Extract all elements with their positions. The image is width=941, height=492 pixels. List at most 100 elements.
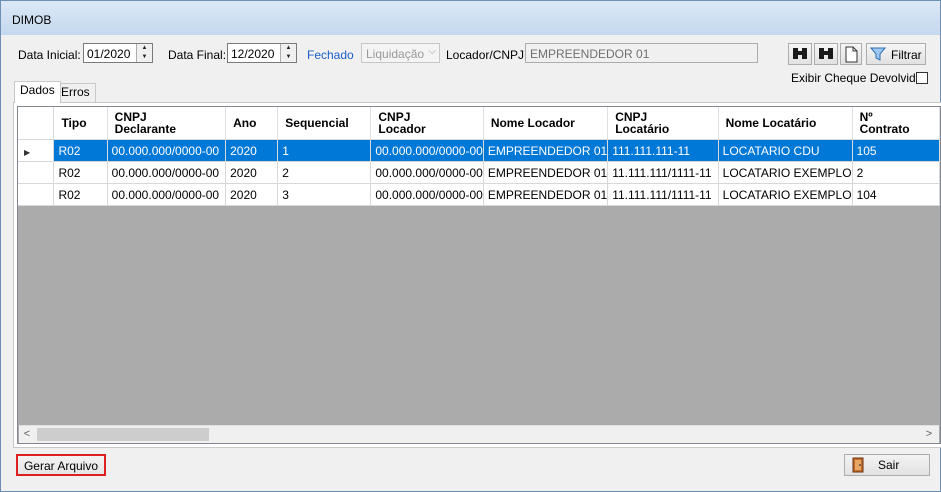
table-cell[interactable]: LOCATARIO CDU (718, 139, 853, 162)
table-cell[interactable]: R02 (53, 139, 108, 162)
table-cell[interactable]: 2020 (225, 139, 279, 162)
grid-table: Tipo CNPJ Declarante Ano Sequencial CNPJ Locad… (18, 107, 940, 206)
table-cell[interactable]: 00.000.000/0000-00 (370, 183, 484, 206)
column-header-line1: Ano (233, 116, 257, 130)
binoculars-icon (819, 48, 833, 59)
column-header[interactable]: Ano (225, 107, 279, 140)
column-header[interactable]: Sequencial (277, 107, 372, 140)
dimob-data-grid[interactable]: Tipo CNPJ Declarante Ano Sequencial CNPJ Locad… (17, 106, 941, 444)
table-row[interactable]: R02 00.000.000/0000-00 2020 3 00.000.000/000… (18, 183, 940, 206)
sair-label: Sair (878, 458, 900, 472)
dimob-window: DIMOB Data Inicial: 01/2020 ▲ ▼ Data Fin… (0, 0, 941, 492)
spin-down-icon[interactable]: ▼ (281, 53, 296, 62)
table-cell[interactable]: EMPREENDEDOR 01 (483, 183, 609, 206)
spin-up-icon[interactable]: ▲ (137, 44, 152, 53)
document-icon (845, 46, 858, 63)
column-header[interactable]: CNPJ Locatário (607, 107, 719, 140)
spin-down-icon[interactable]: ▼ (137, 53, 152, 62)
column-header-line1: Tipo (61, 116, 87, 130)
data-final-value: 12/2020 (231, 47, 275, 61)
exit-door-icon (852, 457, 864, 473)
gerar-arquivo-label: Gerar Arquivo (23, 459, 99, 473)
column-header-line2: Locador (378, 122, 426, 136)
column-header[interactable]: Tipo (53, 107, 108, 140)
tipo-combobox[interactable]: Liquidação ⌵ (361, 43, 440, 63)
table-cell[interactable]: 11.111.111/1111-11 (607, 161, 719, 184)
tab-dados[interactable]: Dados (14, 81, 61, 103)
search-binoculars-next-button[interactable] (814, 43, 838, 65)
table-cell[interactable]: 2 (277, 161, 372, 184)
column-header-line1: Sequencial (285, 116, 349, 130)
table-cell[interactable]: 00.000.000/0000-00 (107, 161, 227, 184)
table-cell[interactable]: R02 (53, 161, 108, 184)
table-cell[interactable]: EMPREENDEDOR 01 (483, 139, 609, 162)
table-cell[interactable]: R02 (53, 183, 108, 206)
column-header-line2: Locatário (615, 122, 670, 136)
scroll-right-icon[interactable]: > (921, 427, 937, 442)
spin-up-icon[interactable]: ▲ (281, 44, 296, 53)
table-cell[interactable]: 2 (852, 161, 940, 184)
dados-panel: Tipo CNPJ Declarante Ano Sequencial CNPJ Locad… (13, 102, 941, 448)
sair-button[interactable]: Sair (844, 454, 930, 476)
binoculars-icon (793, 48, 807, 59)
new-document-button[interactable] (840, 43, 862, 65)
table-cell[interactable]: 2020 (225, 183, 279, 206)
title-bar[interactable]: DIMOB (1, 1, 940, 35)
data-inicial-spinner[interactable]: ▲ ▼ (136, 44, 152, 62)
table-cell[interactable]: LOCATARIO EXEMPLO (718, 183, 853, 206)
table-row[interactable]: ▶ R02 00.000.000/0000-00 2020 1 00.000.000/00… (18, 139, 940, 162)
locador-value: EMPREENDEDOR 01 (530, 47, 650, 61)
data-inicial-label: Data Inicial: (18, 48, 81, 62)
data-final-spinner[interactable]: ▲ ▼ (280, 44, 296, 62)
window-title: DIMOB (12, 13, 52, 27)
table-cell[interactable]: 105 (852, 139, 940, 162)
exibir-cheque-label: Exibir Cheque Devolvido (791, 71, 923, 85)
scroll-left-icon[interactable]: < (19, 427, 35, 442)
data-inicial-input[interactable]: 01/2020 ▲ ▼ (83, 43, 153, 63)
table-cell[interactable]: 00.000.000/0000-00 (107, 139, 227, 162)
horizontal-scrollbar[interactable]: < > (19, 425, 939, 443)
column-header-line2: Declarante (114, 122, 177, 136)
column-header[interactable]: Nº Contrato (852, 107, 940, 140)
filtrar-label: Filtrar (891, 48, 922, 62)
table-cell[interactable]: 2020 (225, 161, 279, 184)
data-final-input[interactable]: 12/2020 ▲ ▼ (227, 43, 297, 63)
client-area: Data Inicial: 01/2020 ▲ ▼ Data Final: 12… (6, 35, 941, 487)
column-header[interactable]: Nome Locador (483, 107, 609, 140)
table-cell[interactable]: 00.000.000/0000-00 (370, 161, 484, 184)
row-header-corner (18, 107, 55, 140)
data-inicial-value: 01/2020 (87, 47, 131, 61)
row-header[interactable] (18, 183, 55, 206)
table-cell[interactable]: LOCATARIO EXEMPLO (718, 161, 853, 184)
column-header-line1: Nome Locatário (725, 116, 817, 130)
table-cell[interactable]: 104 (852, 183, 940, 206)
status-fechado-label: Fechado (307, 48, 354, 62)
row-header[interactable] (18, 161, 55, 184)
current-row-arrow-icon: ▶ (24, 147, 31, 157)
table-row[interactable]: R02 00.000.000/0000-00 2020 2 00.000.000/000… (18, 161, 940, 184)
table-cell[interactable]: 111.111.111-11 (607, 139, 719, 162)
exibir-cheque-checkbox[interactable] (916, 72, 928, 84)
table-cell[interactable]: 1 (277, 139, 372, 162)
filter-funnel-icon (870, 47, 886, 61)
gerar-arquivo-button[interactable]: Gerar Arquivo (16, 454, 106, 476)
column-header[interactable]: CNPJ Locador (370, 107, 484, 140)
row-header[interactable]: ▶ (18, 139, 55, 162)
table-cell[interactable]: 11.111.111/1111-11 (607, 183, 719, 206)
table-cell[interactable]: 3 (277, 183, 372, 206)
locador-input[interactable]: EMPREENDEDOR 01 (525, 43, 758, 63)
column-header-line2: Contrato (859, 122, 910, 136)
chevron-down-icon: ⌵ (428, 46, 436, 57)
filtrar-button[interactable]: Filtrar (866, 43, 926, 65)
scrollbar-thumb[interactable] (37, 428, 209, 441)
tab-erros[interactable]: Erros (55, 83, 96, 103)
table-cell[interactable]: EMPREENDEDOR 01 (483, 161, 609, 184)
table-cell[interactable]: 00.000.000/0000-00 (370, 139, 484, 162)
column-header-line1: Nome Locador (490, 116, 575, 130)
data-final-label: Data Final: (168, 48, 227, 62)
table-cell[interactable]: 00.000.000/0000-00 (107, 183, 227, 206)
column-header[interactable]: Nome Locatário (718, 107, 853, 140)
column-header[interactable]: CNPJ Declarante (107, 107, 227, 140)
grid-header-row: Tipo CNPJ Declarante Ano Sequencial CNPJ Locad… (18, 107, 940, 140)
search-binoculars-button[interactable] (788, 43, 812, 65)
